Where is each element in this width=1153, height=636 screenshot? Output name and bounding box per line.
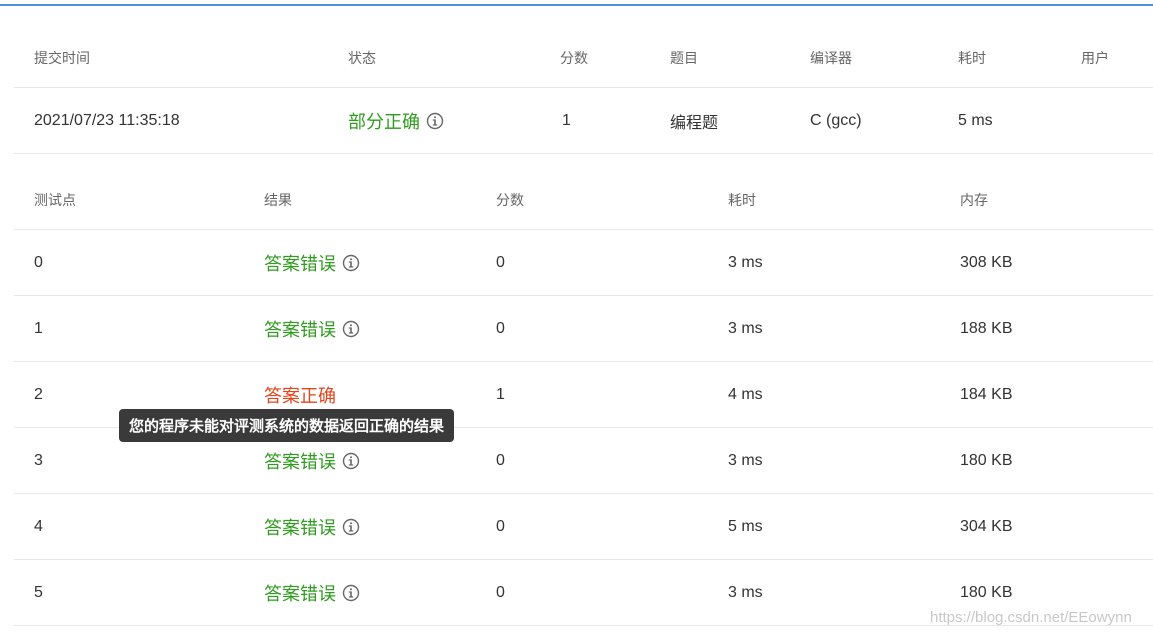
testcase-row: 1 答案错误 0 3 ms 188 KB [14, 296, 1153, 362]
testcase-result-label: 答案错误 [264, 253, 336, 274]
submission-duration: 5 ms [958, 111, 993, 129]
info-circle-icon[interactable] [342, 452, 360, 470]
testcase-result[interactable]: 答案错误 [264, 316, 360, 342]
testcase-duration: 3 ms [728, 583, 763, 601]
testcase-score: 0 [496, 583, 505, 601]
testcase-id: 0 [34, 253, 43, 271]
testcase-id: 2 [34, 385, 43, 403]
testcase-header-row: 测试点 结果 分数 耗时 内存 [14, 170, 1153, 230]
header-testcase-id: 测试点 [34, 191, 76, 208]
testcase-duration: 3 ms [728, 451, 763, 469]
testcase-duration: 3 ms [728, 253, 763, 271]
testcase-result-label: 答案错误 [264, 451, 336, 472]
submission-score: 1 [562, 111, 571, 129]
testcase-id: 4 [34, 517, 43, 535]
testcase-duration: 3 ms [728, 319, 763, 337]
header-testcase-result: 结果 [264, 191, 292, 208]
header-compiler: 编译器 [810, 49, 852, 66]
submission-compiler: C (gcc) [810, 111, 862, 129]
info-circle-icon[interactable] [342, 320, 360, 338]
testcase-duration: 4 ms [728, 385, 763, 403]
testcase-memory: 188 KB [960, 319, 1013, 337]
testcase-result-label: 答案错误 [264, 319, 336, 340]
testcase-result-label: 答案正确 [264, 385, 336, 406]
submission-header-row: 提交时间 状态 分数 题目 编译器 耗时 用户 [14, 28, 1153, 88]
header-testcase-memory: 内存 [960, 191, 988, 208]
testcase-id: 3 [34, 451, 43, 469]
testcase-memory: 184 KB [960, 385, 1013, 403]
testcase-score: 0 [496, 253, 505, 271]
submission-status[interactable]: 部分正确 [348, 108, 444, 134]
info-circle-icon[interactable] [342, 518, 360, 536]
testcase-memory: 308 KB [960, 253, 1013, 271]
header-user: 用户 [1081, 49, 1109, 66]
testcase-result-label: 答案错误 [264, 517, 336, 538]
header-testcase-score: 分数 [496, 191, 524, 208]
info-circle-icon[interactable] [342, 254, 360, 272]
watermark: https://blog.csdn.net/EEowynn [930, 609, 1132, 626]
testcase-score: 1 [496, 385, 505, 403]
submission-row: 2021/07/23 11:35:18 部分正确 1 编程题 C (gcc) 5… [14, 88, 1153, 154]
testcase-duration: 5 ms [728, 517, 763, 535]
testcase-row: 0 答案错误 0 3 ms 308 KB [14, 230, 1153, 296]
info-circle-icon[interactable] [426, 112, 444, 130]
testcase-memory: 180 KB [960, 451, 1013, 469]
testcase-score: 0 [496, 319, 505, 337]
top-accent-line [0, 4, 1153, 6]
header-problem: 题目 [670, 49, 698, 66]
testcase-result[interactable]: 答案错误 [264, 250, 360, 276]
testcase-memory: 304 KB [960, 517, 1013, 535]
testcase-result[interactable]: 答案错误 [264, 448, 360, 474]
header-time: 提交时间 [34, 49, 90, 66]
testcase-result-label: 答案错误 [264, 583, 336, 604]
submission-status-label: 部分正确 [348, 111, 420, 132]
testcase-score: 0 [496, 517, 505, 535]
testcase-id: 1 [34, 319, 43, 337]
info-circle-icon[interactable] [342, 584, 360, 602]
header-status: 状态 [348, 49, 376, 66]
submission-time: 2021/07/23 11:35:18 [34, 111, 180, 129]
testcase-row: 4 答案错误 0 5 ms 304 KB [14, 494, 1153, 560]
testcase-result[interactable]: 答案错误 [264, 580, 360, 606]
submission-problem[interactable]: 编程题 [670, 88, 718, 153]
testcase-result[interactable]: 答案错误 [264, 514, 360, 540]
header-testcase-duration: 耗时 [728, 191, 756, 208]
header-duration: 耗时 [958, 49, 986, 66]
testcase-id: 5 [34, 583, 43, 601]
testcase-score: 0 [496, 451, 505, 469]
result-tooltip: 您的程序未能对评测系统的数据返回正确的结果 [119, 409, 455, 442]
testcase-result[interactable]: 答案正确 [264, 382, 336, 408]
header-score: 分数 [560, 49, 588, 66]
